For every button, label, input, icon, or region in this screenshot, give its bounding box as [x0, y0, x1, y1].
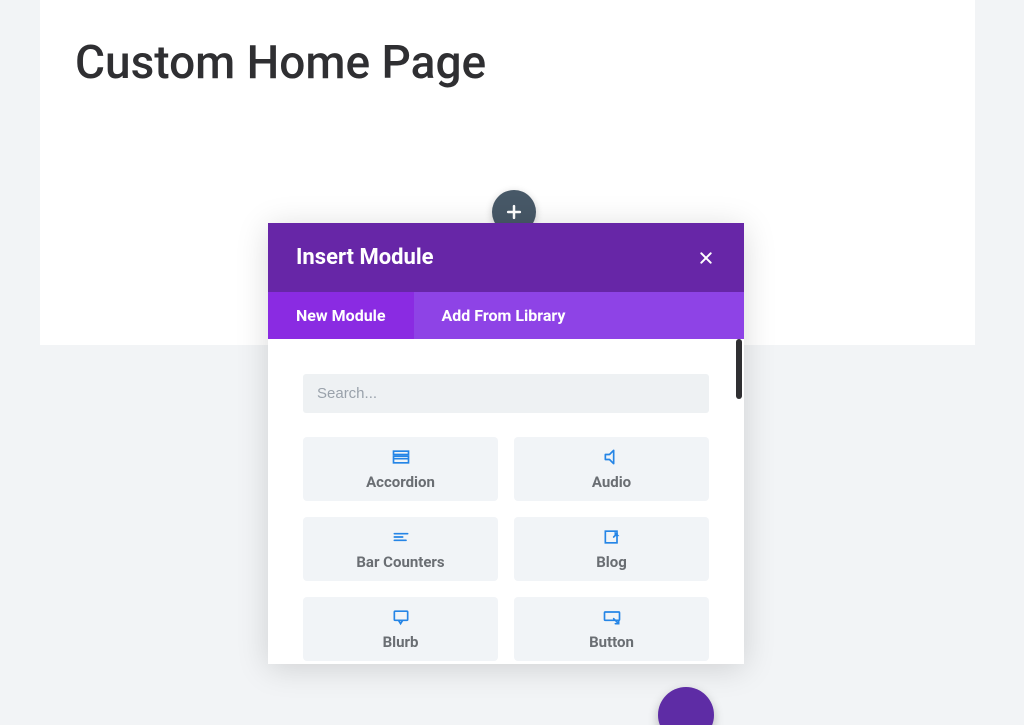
audio-icon [602, 447, 622, 467]
module-audio[interactable]: Audio [514, 437, 709, 501]
plus-icon [504, 202, 524, 222]
module-accordion[interactable]: Accordion [303, 437, 498, 501]
module-button[interactable]: Button [514, 597, 709, 661]
modal-title: Insert Module [296, 245, 434, 270]
bar-counters-icon [391, 527, 411, 547]
modal-body: Accordion Audio Bar Counters [268, 339, 744, 664]
blurb-icon [391, 607, 411, 627]
accordion-icon [391, 447, 411, 467]
modal-tabs: New Module Add From Library [268, 292, 744, 339]
module-label: Blog [596, 553, 627, 571]
module-label: Audio [592, 473, 631, 491]
page-title: Custom Home Page [75, 36, 486, 90]
floating-action-button[interactable] [658, 687, 714, 725]
module-grid: Accordion Audio Bar Counters [303, 437, 709, 661]
module-label: Blurb [383, 633, 419, 651]
module-label: Button [589, 633, 634, 651]
module-bar-counters[interactable]: Bar Counters [303, 517, 498, 581]
search-input[interactable] [303, 374, 709, 413]
page-root: Custom Home Page Insert Module New Modul… [0, 0, 1024, 725]
insert-module-modal: Insert Module New Module Add From Librar… [268, 223, 744, 664]
close-button[interactable] [696, 248, 716, 268]
modal-header: Insert Module [268, 223, 744, 292]
blog-icon [602, 527, 622, 547]
module-label: Bar Counters [356, 553, 444, 571]
scrollbar-thumb[interactable] [736, 339, 742, 399]
module-label: Accordion [366, 473, 435, 491]
close-icon [698, 250, 714, 266]
module-blurb[interactable]: Blurb [303, 597, 498, 661]
button-icon [602, 607, 622, 627]
tab-add-from-library[interactable]: Add From Library [414, 292, 594, 339]
tab-new-module[interactable]: New Module [268, 292, 414, 339]
module-blog[interactable]: Blog [514, 517, 709, 581]
